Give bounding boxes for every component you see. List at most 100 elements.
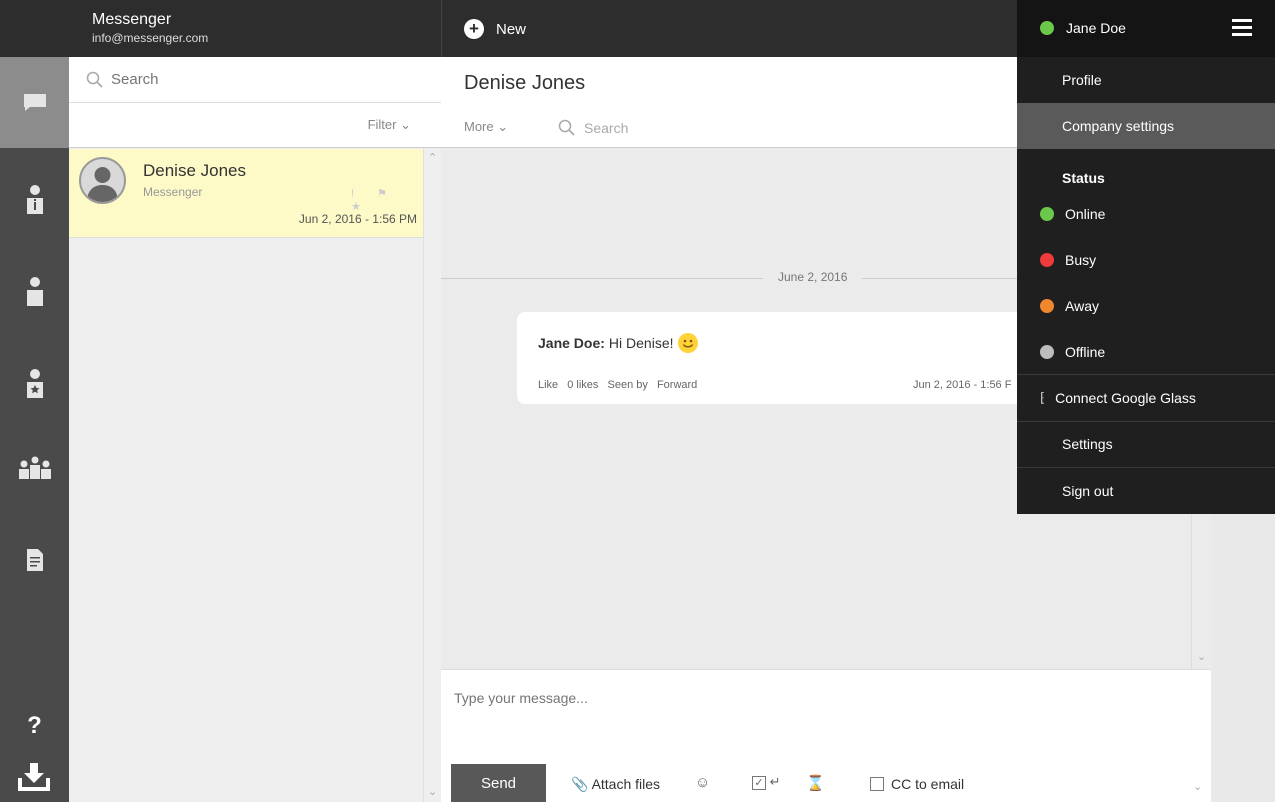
group-icon	[18, 456, 51, 479]
new-button[interactable]: + New	[464, 19, 526, 39]
enter-to-send-toggle[interactable]: ✓ ↵	[752, 774, 781, 790]
search-icon	[86, 71, 103, 88]
app-name: Messenger	[92, 11, 172, 28]
seen-by-link[interactable]: Seen by	[608, 379, 648, 391]
new-label: New	[496, 20, 527, 38]
chat-title: Denise Jones	[464, 72, 586, 94]
attach-label: Attach files	[591, 776, 661, 792]
message-actions: Like 0 likes Seen by Forward	[538, 379, 703, 391]
menu-item-connect-google-glass[interactable]: ⁅ Connect Google Glass	[1017, 375, 1275, 421]
message-input[interactable]	[454, 690, 1194, 750]
menu-item-profile[interactable]: Profile	[1017, 57, 1275, 103]
more-button[interactable]: More ⌄	[464, 119, 508, 135]
user-icon	[26, 277, 43, 306]
left-nav: ?	[0, 57, 69, 802]
user-menu-header: Jane Doe	[1017, 0, 1275, 57]
conversation-flags[interactable]: ! ⚑ ★	[351, 187, 423, 213]
busy-dot-icon	[1040, 253, 1054, 267]
scroll-down-icon[interactable]: ⌄	[1197, 650, 1206, 663]
menu-item-settings[interactable]: Settings	[1017, 421, 1275, 467]
status-heading: Status	[1062, 170, 1105, 186]
composer: Send 📎 Attach files ☺ ✓ ↵ ⌛ CC to email …	[441, 669, 1211, 802]
user-menu-dropdown: Jane Doe Profile Company settings Status…	[1017, 0, 1275, 514]
message-bubble: Jane Doe: Hi Denise! Like 0 likes Seen b…	[517, 312, 1077, 404]
app-brand: Messenger info@messenger.com	[92, 11, 208, 45]
conversation-source: Messenger	[143, 185, 203, 199]
nav-contact-info[interactable]	[0, 170, 69, 230]
like-link[interactable]: Like	[538, 379, 558, 391]
status-online[interactable]: Online	[1017, 191, 1275, 237]
top-divider	[441, 0, 442, 57]
menu-item-sign-out[interactable]: Sign out	[1017, 468, 1275, 514]
online-dot-icon	[1040, 207, 1054, 221]
current-user-name: Jane Doe	[1066, 20, 1126, 36]
conversation-item[interactable]: Denise Jones Messenger ! ⚑ ★ Jun 2, 2016…	[69, 149, 423, 238]
filter-button[interactable]: Filter ⌄	[368, 117, 411, 133]
conversation-list-panel: Filter ⌄ Denise Jones Messenger ! ⚑ ★ Ju…	[69, 57, 441, 802]
chat-search-placeholder: Search	[584, 120, 629, 136]
document-icon	[26, 549, 43, 571]
hourglass-icon[interactable]: ⌛	[806, 774, 825, 792]
message-time: Jun 2, 2016 - 1:56 F	[913, 379, 1012, 391]
online-status-icon	[1040, 21, 1054, 35]
nav-documents[interactable]	[0, 530, 69, 590]
cc-label: CC to email	[891, 776, 965, 792]
list-scrollbar[interactable]: ⌃ ⌄	[423, 149, 441, 802]
download-icon[interactable]	[17, 762, 51, 797]
avatar	[79, 157, 126, 204]
paperclip-icon: 📎	[571, 776, 589, 792]
app-email: info@messenger.com	[92, 31, 209, 45]
date-divider: June 2, 2016	[763, 270, 863, 284]
away-dot-icon	[1040, 299, 1054, 313]
status-offline-label: Offline	[1065, 344, 1106, 360]
list-search-input[interactable]	[111, 71, 411, 88]
hamburger-menu-icon[interactable]	[1232, 19, 1252, 37]
contact-info-icon	[26, 185, 43, 214]
status-online-label: Online	[1065, 206, 1106, 222]
current-user[interactable]: Jane Doe	[1040, 20, 1126, 36]
status-offline[interactable]: Offline	[1017, 329, 1275, 375]
plus-icon: +	[464, 19, 484, 39]
checkbox-checked-icon: ✓	[752, 776, 766, 790]
offline-dot-icon	[1040, 345, 1054, 359]
more-label: More	[464, 119, 494, 134]
chevron-down-icon: ⌄	[497, 119, 509, 134]
enter-icon: ↵	[769, 774, 781, 789]
status-busy[interactable]: Busy	[1017, 237, 1275, 283]
conversation-name: Denise Jones	[143, 161, 247, 180]
status-away[interactable]: Away	[1017, 283, 1275, 329]
message-author: Jane Doe:	[538, 335, 605, 351]
send-button[interactable]: Send	[451, 764, 546, 802]
nav-favorites[interactable]	[0, 354, 69, 414]
scroll-down-icon[interactable]: ⌄	[1193, 780, 1202, 793]
search-icon	[558, 119, 575, 136]
checkbox-icon	[870, 777, 884, 791]
favorite-user-icon	[26, 369, 43, 398]
status-away-label: Away	[1065, 298, 1099, 314]
attach-files-button[interactable]: 📎 Attach files	[571, 776, 660, 793]
likes-count[interactable]: 0 likes	[567, 379, 598, 391]
menu-item-company-settings[interactable]: Company settings	[1017, 103, 1275, 149]
message-text: Hi Denise!	[608, 335, 674, 351]
filter-label: Filter	[367, 117, 397, 132]
nav-chats[interactable]	[0, 57, 69, 148]
forward-link[interactable]: Forward	[657, 379, 697, 391]
chat-icon	[23, 93, 46, 111]
nav-groups[interactable]	[0, 438, 69, 498]
list-search-bar	[69, 57, 441, 103]
emoji-picker-icon[interactable]: ☺	[695, 774, 710, 791]
glass-label: Connect Google Glass	[1055, 390, 1196, 406]
scroll-up-icon[interactable]: ⌃	[428, 151, 437, 164]
filter-bar: Filter ⌄	[69, 103, 441, 148]
chat-search[interactable]: Search	[558, 119, 628, 137]
google-glass-icon: ⁅	[1040, 390, 1046, 405]
status-busy-label: Busy	[1065, 252, 1097, 268]
scroll-down-icon[interactable]: ⌄	[428, 785, 437, 798]
conversation-time: Jun 2, 2016 - 1:56 PM	[298, 212, 417, 226]
smiley-emoji-icon	[677, 333, 698, 353]
chevron-down-icon: ⌄	[400, 117, 411, 132]
help-icon[interactable]: ?	[0, 712, 69, 740]
message-content: Jane Doe: Hi Denise!	[538, 333, 698, 353]
cc-to-email-checkbox[interactable]: CC to email	[870, 776, 964, 792]
nav-contacts[interactable]	[0, 262, 69, 322]
